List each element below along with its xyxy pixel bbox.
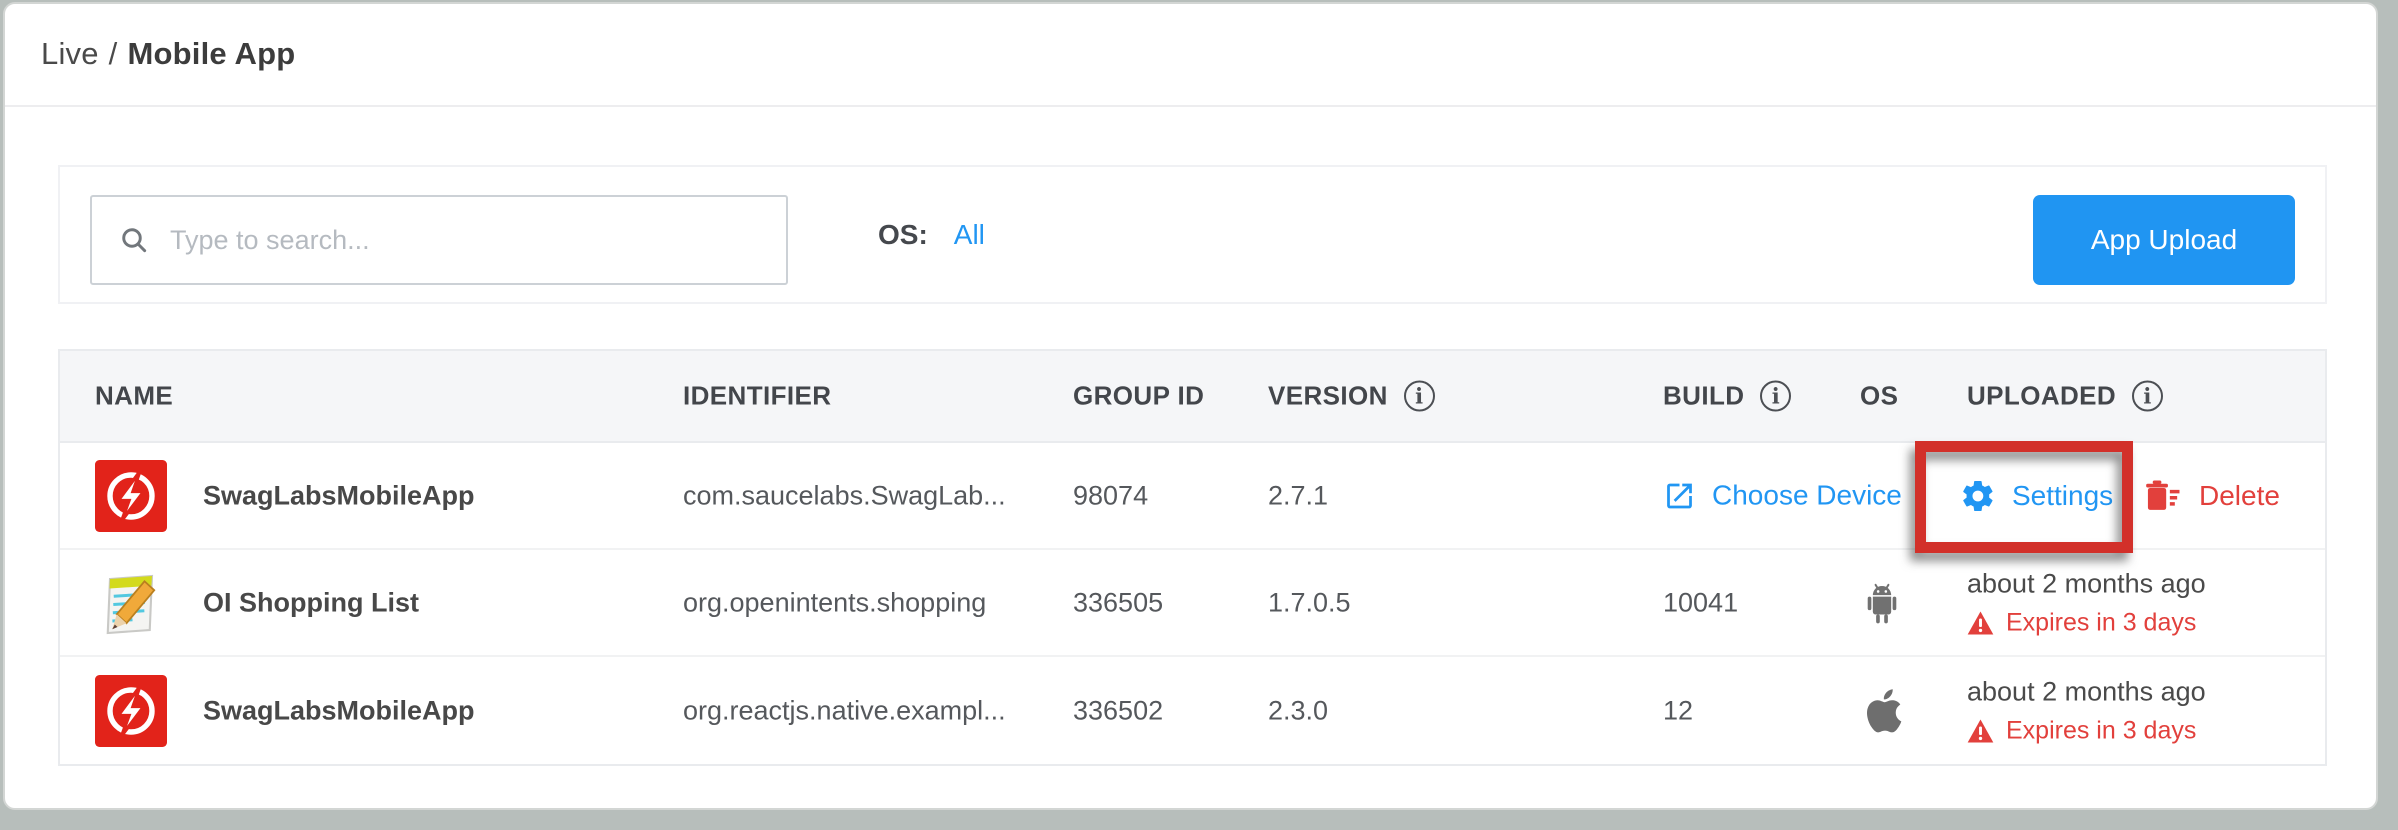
breadcrumb-section[interactable]: Live xyxy=(41,36,99,71)
swaglabs-app-icon xyxy=(95,675,167,747)
table-header-row: NAME IDENTIFIER GROUP ID VERSION i BUILD… xyxy=(60,351,2325,443)
app-name: OI Shopping List xyxy=(203,587,419,618)
android-icon xyxy=(1856,578,1908,628)
app-identifier: com.saucelabs.SwagLab... xyxy=(683,480,1006,511)
toolbar-card: OS: All App Upload xyxy=(58,165,2327,304)
apple-icon xyxy=(1856,686,1908,736)
page-title: Mobile App xyxy=(128,36,296,71)
build-info-icon[interactable]: i xyxy=(1760,381,1791,412)
gear-icon xyxy=(1960,478,1996,514)
header-divider xyxy=(5,105,2376,107)
table-row: OI Shopping List org.openintents.shoppin… xyxy=(60,550,2325,657)
apps-table: NAME IDENTIFIER GROUP ID VERSION i BUILD… xyxy=(58,349,2327,766)
table-row: SwagLabsMobileApp org.reactjs.native.exa… xyxy=(60,657,2325,764)
swaglabs-app-icon xyxy=(95,460,167,532)
os-filter: OS: All xyxy=(878,167,985,302)
screenshot-frame: Live/Mobile App OS: All App Upload xyxy=(0,0,2398,830)
table-row: SwagLabsMobileApp com.saucelabs.SwagLab.… xyxy=(60,443,2325,550)
expires-text: Expires in 3 days xyxy=(2006,716,2196,745)
column-header-version: VERSION i xyxy=(1268,381,1435,412)
oi-shopping-list-app-icon xyxy=(95,567,167,639)
choose-device-link[interactable]: Choose Device xyxy=(1663,479,1902,512)
expires-warning: Expires in 3 days xyxy=(1967,608,2206,637)
search-icon xyxy=(118,224,150,256)
uploaded-cell: about 2 months ago Expires in 3 days xyxy=(1967,676,2206,745)
app-group-id: 336502 xyxy=(1073,695,1163,726)
os-filter-value[interactable]: All xyxy=(954,219,985,251)
app-identifier: org.reactjs.native.exampl... xyxy=(683,695,1006,726)
column-header-os: OS xyxy=(1860,381,1898,412)
breadcrumb-separator: / xyxy=(99,36,128,71)
uploaded-time: about 2 months ago xyxy=(1967,676,2206,707)
app-identifier: org.openintents.shopping xyxy=(683,587,986,618)
app-name: SwagLabsMobileApp xyxy=(203,695,475,726)
search-input[interactable] xyxy=(170,225,760,256)
search-box[interactable] xyxy=(90,195,788,285)
column-header-name: NAME xyxy=(95,381,173,412)
version-info-icon[interactable]: i xyxy=(1404,381,1435,412)
uploaded-cell: about 2 months ago Expires in 3 days xyxy=(1967,568,2206,637)
column-header-uploaded: UPLOADED i xyxy=(1967,381,2163,412)
delete-link[interactable]: Delete xyxy=(2145,477,2280,515)
warning-triangle-icon xyxy=(1967,610,1994,635)
trash-icon xyxy=(2145,477,2183,515)
app-build: 10041 xyxy=(1663,587,1738,618)
warning-triangle-icon xyxy=(1967,718,1994,743)
uploaded-time: about 2 months ago xyxy=(1967,568,2206,599)
app-group-id: 98074 xyxy=(1073,480,1148,511)
column-header-identifier: IDENTIFIER xyxy=(683,381,831,412)
expires-warning: Expires in 3 days xyxy=(1967,716,2206,745)
app-upload-button[interactable]: App Upload xyxy=(2033,195,2295,285)
uploaded-info-icon[interactable]: i xyxy=(2132,381,2163,412)
app-version: 2.3.0 xyxy=(1268,695,1328,726)
external-link-icon xyxy=(1663,479,1696,512)
column-header-group-id: GROUP ID xyxy=(1073,381,1204,412)
app-version: 1.7.0.5 xyxy=(1268,587,1351,618)
column-header-build: BUILD i xyxy=(1663,381,1791,412)
settings-link[interactable]: Settings xyxy=(1960,478,2113,514)
breadcrumb: Live/Mobile App xyxy=(41,36,295,72)
app-version: 2.7.1 xyxy=(1268,480,1328,511)
os-filter-label: OS: xyxy=(878,219,928,251)
app-window: Live/Mobile App OS: All App Upload xyxy=(3,2,2378,810)
expires-text: Expires in 3 days xyxy=(2006,608,2196,637)
app-group-id: 336505 xyxy=(1073,587,1163,618)
app-build: 12 xyxy=(1663,695,1693,726)
app-name: SwagLabsMobileApp xyxy=(203,480,475,511)
